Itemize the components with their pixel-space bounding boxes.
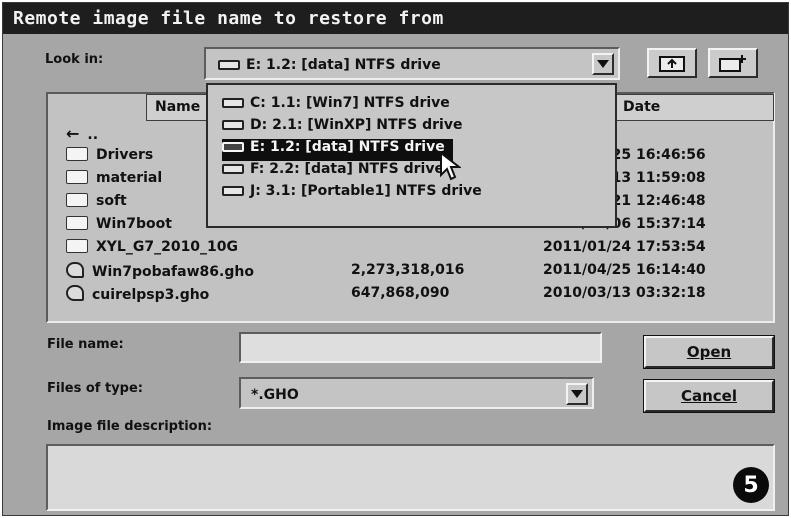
folder-up-icon xyxy=(659,56,685,72)
files-of-type-value: *.GHO xyxy=(251,387,299,403)
drive-icon xyxy=(222,98,244,108)
folder-icon xyxy=(66,170,88,184)
drive-icon xyxy=(218,60,240,70)
list-item[interactable]: Win7pobafaw86.gho 2,273,318,016 2011/04/… xyxy=(48,261,773,283)
folder-icon xyxy=(66,147,88,161)
drive-icon xyxy=(222,142,244,152)
restore-dialog: Remote image file name to restore from L… xyxy=(2,2,789,516)
open-button[interactable]: Open xyxy=(643,335,775,369)
drive-icon xyxy=(222,186,244,196)
column-header-date[interactable]: Date xyxy=(614,94,774,121)
back-arrow-icon: ← xyxy=(66,124,80,143)
look-in-value: E: 1.2: [data] NTFS drive xyxy=(246,57,441,73)
drive-option-f[interactable]: F: 2.2: [data] NTFS drive xyxy=(222,161,444,183)
mouse-cursor-icon xyxy=(440,151,461,181)
look-in-combo[interactable]: E: 1.2: [data] NTFS drive xyxy=(204,47,620,80)
new-folder-button[interactable] xyxy=(708,48,758,78)
gho-file-icon xyxy=(66,262,84,278)
file-name-field[interactable] xyxy=(239,332,602,363)
drive-option-e[interactable]: E: 1.2: [data] NTFS drive xyxy=(222,139,453,161)
dropdown-arrow-icon[interactable] xyxy=(566,383,588,405)
list-item[interactable]: XYL_G7_2010_10G 2011/01/24 17:53:54 xyxy=(48,238,773,260)
drive-icon xyxy=(222,164,244,174)
file-name-label: File name: xyxy=(47,337,124,352)
image-description-label: Image file description: xyxy=(47,419,213,434)
image-description-field[interactable] xyxy=(46,444,775,511)
gho-file-icon xyxy=(66,285,84,301)
drive-dropdown-list[interactable]: C: 1.1: [Win7] NTFS drive D: 2.1: [WinXP… xyxy=(206,83,617,228)
new-folder-icon xyxy=(719,55,746,72)
look-in-label: Look in: xyxy=(45,52,104,67)
drive-option-c[interactable]: C: 1.1: [Win7] NTFS drive xyxy=(222,95,450,117)
dropdown-arrow-icon[interactable] xyxy=(592,53,614,75)
drive-icon xyxy=(222,120,244,130)
drive-option-d[interactable]: D: 2.1: [WinXP] NTFS drive xyxy=(222,117,462,139)
folder-icon xyxy=(66,216,88,230)
folder-icon xyxy=(66,239,88,253)
folder-icon xyxy=(66,193,88,207)
folder-up-button[interactable] xyxy=(647,48,697,78)
list-item[interactable]: cuirelpsp3.gho 647,868,090 2010/03/13 03… xyxy=(48,284,773,306)
files-of-type-combo[interactable]: *.GHO xyxy=(239,377,594,409)
drive-option-j[interactable]: J: 3.1: [Portable1] NTFS drive xyxy=(222,183,482,205)
cancel-button[interactable]: Cancel xyxy=(643,379,775,413)
dialog-title: Remote image file name to restore from xyxy=(3,3,788,34)
files-of-type-label: Files of type: xyxy=(47,381,143,396)
step-number-badge: 5 xyxy=(733,467,769,503)
